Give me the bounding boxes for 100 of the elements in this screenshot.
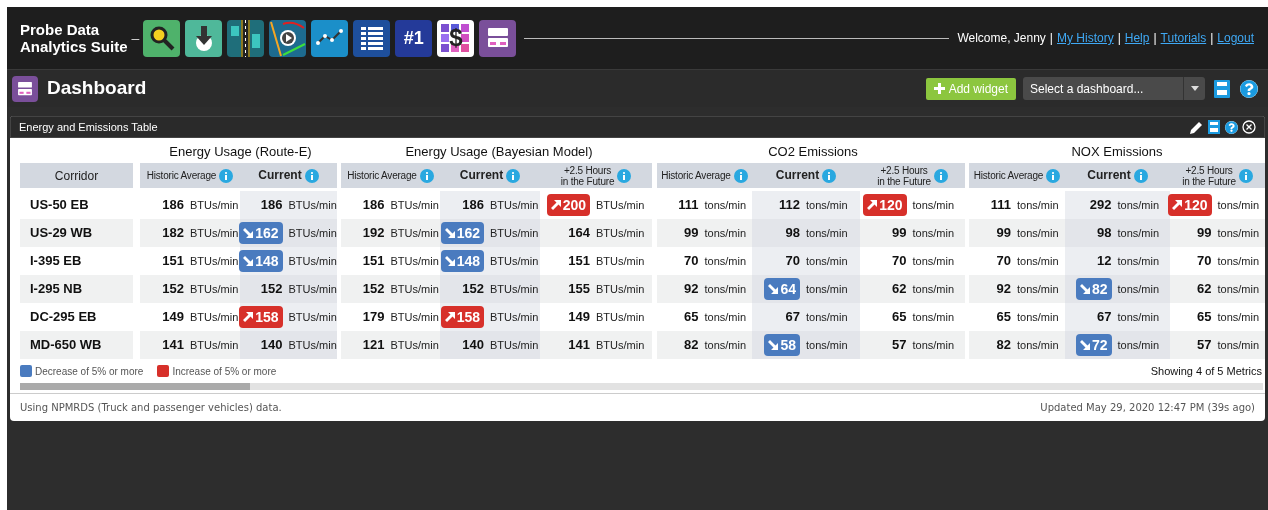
info-icon[interactable] (933, 168, 948, 183)
column-header[interactable]: Historic Average (341, 163, 440, 188)
trend-badge: 148 (239, 250, 283, 272)
cell-value: 70 (892, 252, 907, 271)
cell-unit: BTUs/min (390, 309, 439, 325)
info-icon[interactable] (219, 168, 234, 183)
cell-value: 186 (260, 196, 283, 215)
cell-unit: BTUs/min (190, 281, 239, 297)
arrow-down-icon (444, 228, 455, 238)
cell-unit: tons/min (1117, 337, 1160, 353)
cell-value: 152 (162, 280, 184, 299)
info-icon[interactable] (1133, 168, 1148, 183)
cell-unit: BTUs/min (490, 253, 539, 269)
updated-time: Updated May 29, 2020 12:47 PM (39s ago) (1040, 401, 1255, 415)
road-app-icon[interactable] (227, 19, 265, 57)
map-play-app-icon[interactable] (269, 19, 307, 57)
column-header[interactable]: +2.5 Hours in the Future (540, 163, 652, 188)
cell-unit: tons/min (1217, 253, 1260, 269)
info-icon[interactable] (506, 168, 521, 183)
info-icon[interactable] (304, 168, 319, 183)
cell-unit: BTUs/min (288, 337, 337, 353)
cell-unit: tons/min (704, 197, 747, 213)
column-header[interactable]: Current (440, 163, 540, 188)
pencil-icon[interactable] (1190, 120, 1203, 134)
column-header[interactable]: Historic Average (657, 163, 752, 188)
cell-unit: BTUs/min (596, 253, 645, 269)
arrow-up-icon (867, 200, 878, 210)
save-icon[interactable] (1214, 79, 1230, 98)
info-icon[interactable] (1238, 168, 1253, 183)
trend-badge: 162 (239, 222, 283, 244)
cell-unit: tons/min (704, 281, 747, 297)
info-icon[interactable] (1046, 168, 1061, 183)
close-icon[interactable] (1242, 120, 1256, 134)
magnifier-app-icon[interactable] (143, 19, 181, 57)
cell-value: 65 (684, 308, 699, 327)
info-icon[interactable] (419, 168, 434, 183)
dashboard-app-icon[interactable] (479, 19, 517, 57)
dashboard-select[interactable]: Select a dashboard... (1023, 77, 1205, 100)
column-header[interactable]: +2.5 Hours in the Future (1170, 163, 1265, 188)
help-icon[interactable] (1240, 79, 1258, 98)
nav-link[interactable]: Help (1124, 29, 1150, 47)
cost-app-icon[interactable]: $ (437, 19, 475, 57)
trend-badge: 120 (863, 194, 907, 216)
cell-unit: tons/min (912, 337, 955, 353)
cell-value: 192 (362, 224, 385, 243)
cell-value: 92 (996, 280, 1011, 299)
cell-unit: BTUs/min (490, 281, 539, 297)
legend-label: Decrease of 5% or more (35, 364, 144, 379)
cell-unit: tons/min (806, 253, 848, 269)
metrics-count: Showing 4 of 5 Metrics (1150, 363, 1262, 379)
download-app-icon[interactable] (185, 19, 223, 57)
column-header[interactable]: Historic Average (140, 163, 240, 188)
column-header[interactable]: Current (240, 163, 337, 188)
line-chart-app-icon[interactable] (311, 19, 349, 57)
cell-value: 70 (996, 252, 1011, 271)
nav-link[interactable]: My History (1057, 29, 1114, 47)
nav-link[interactable]: Tutorials (1160, 29, 1207, 47)
link-separator: | (1049, 30, 1053, 47)
cell-unit: BTUs/min (490, 309, 539, 325)
cell-unit: tons/min (912, 281, 955, 297)
column-header[interactable]: Current (1065, 163, 1170, 188)
cell-value: 152 (362, 280, 385, 299)
column-header[interactable]: Current (752, 163, 860, 188)
help-icon[interactable] (1225, 120, 1238, 134)
cell-value: 98 (785, 224, 800, 243)
cell-unit: tons/min (704, 253, 747, 269)
arrow-down-icon (1079, 340, 1090, 350)
trend-badge: 162 (440, 222, 484, 244)
arrow-up-icon (1172, 200, 1183, 210)
column-header[interactable]: +2.5 Hours in the Future (860, 163, 965, 188)
arrow-up-icon (243, 312, 254, 322)
nav-link[interactable]: Logout (1217, 29, 1254, 47)
cell-unit: tons/min (1117, 197, 1160, 213)
cell-unit: tons/min (1017, 225, 1059, 241)
column-header[interactable]: Historic Average (969, 163, 1065, 188)
cell-unit: tons/min (704, 337, 747, 353)
cell-unit: BTUs/min (390, 281, 439, 297)
info-icon[interactable] (733, 168, 748, 183)
cell-value: 182 (162, 224, 184, 243)
info-icon[interactable] (822, 168, 837, 183)
cell-value: 82 (996, 336, 1011, 355)
info-icon[interactable] (617, 168, 632, 183)
list-app-icon[interactable] (353, 19, 391, 57)
cell-unit: BTUs/min (596, 197, 645, 213)
cell-unit: BTUs/min (190, 253, 239, 269)
cell-value: 141 (568, 336, 590, 355)
rank-app-icon[interactable]: #1 (395, 19, 433, 57)
cell-value: 92 (684, 280, 699, 299)
cell-unit: tons/min (704, 225, 747, 241)
cell-value: 67 (1097, 308, 1112, 327)
trend-badge: 148 (440, 250, 484, 272)
horizontal-scrollbar[interactable] (20, 383, 1263, 390)
cell-value: 292 (1089, 196, 1112, 215)
link-separator: | (1210, 30, 1214, 47)
cell-value: 152 (462, 280, 484, 299)
trend-badge: 158 (440, 306, 484, 328)
trend-badge: 82 (1075, 278, 1112, 300)
cell-value: 179 (362, 308, 385, 327)
cell-value: 70 (785, 252, 800, 271)
cell-unit: tons/min (1117, 309, 1160, 325)
